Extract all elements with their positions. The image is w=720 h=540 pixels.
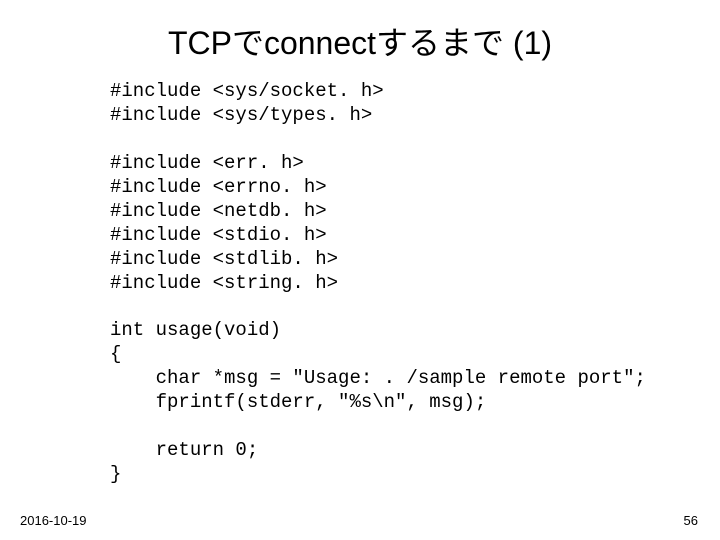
slide: TCPでconnectするまで (1) #include <sys/socket… [0,0,720,540]
code-block: #include <sys/socket. h> #include <sys/t… [0,74,720,487]
footer-date: 2016-10-19 [20,513,87,528]
slide-title: TCPでconnectするまで (1) [0,0,720,74]
footer-page-number: 56 [684,513,698,528]
